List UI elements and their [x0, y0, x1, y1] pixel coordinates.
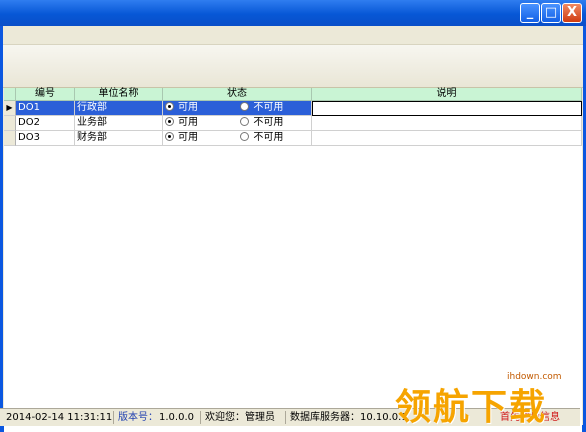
table-row[interactable]: DO2 业务部 可用 不可用	[4, 116, 582, 131]
cell-status[interactable]: 可用 不可用	[163, 131, 312, 146]
row-indicator	[4, 131, 16, 146]
status-available-label: 可用	[178, 102, 198, 113]
cell-note[interactable]	[312, 116, 582, 131]
status-divider	[200, 411, 201, 424]
status-unavailable-label: 不可用	[253, 117, 284, 128]
cell-name[interactable]: 业务部	[75, 116, 163, 131]
status-divider	[285, 411, 286, 424]
radio-available-icon[interactable]	[165, 117, 174, 126]
radio-unavailable-icon[interactable]	[240, 132, 250, 141]
current-row-arrow-icon: ▶	[4, 101, 16, 116]
close-button[interactable]: X	[562, 3, 582, 23]
menu-bar	[3, 26, 583, 45]
status-unavailable-label: 不可用	[253, 102, 284, 113]
cell-status[interactable]: 可用 不可用	[163, 116, 312, 131]
cell-code[interactable]: DO2	[16, 116, 75, 131]
status-unavailable-label: 不可用	[253, 132, 284, 143]
radio-unavailable-icon[interactable]	[240, 102, 250, 111]
cell-name[interactable]: 行政部	[75, 101, 163, 116]
client-area: 编号 单位名称 状态 说明 ▶ DO1 行政部 可用 不可用 DO2 业务部 可…	[3, 26, 583, 432]
radio-unavailable-icon[interactable]	[240, 117, 250, 126]
column-header-status[interactable]: 状态	[163, 88, 312, 101]
site-watermark-logo: ihdown.com 领航下载	[395, 372, 585, 428]
status-available-label: 可用	[178, 132, 198, 143]
table-row[interactable]: ▶ DO1 行政部 可用 不可用	[4, 101, 582, 116]
cell-code[interactable]: DO1	[16, 101, 75, 116]
watermark-text: 领航下载	[395, 387, 548, 428]
status-welcome: 欢迎您：管理员	[205, 412, 275, 423]
radio-available-icon[interactable]	[165, 132, 174, 141]
cell-note[interactable]	[312, 101, 582, 116]
column-header-code[interactable]: 编号	[16, 88, 75, 101]
row-indicator	[4, 116, 16, 131]
status-divider	[113, 411, 114, 424]
table-row[interactable]: DO3 财务部 可用 不可用	[4, 131, 582, 146]
column-header-name[interactable]: 单位名称	[75, 88, 163, 101]
title-bar: _ □ X	[0, 0, 586, 26]
row-indicator-header	[4, 88, 16, 101]
radio-available-icon[interactable]	[165, 102, 174, 111]
toolbar	[3, 45, 583, 88]
cell-note[interactable]	[312, 131, 582, 146]
cell-code[interactable]: DO3	[16, 131, 75, 146]
column-header-note[interactable]: 说明	[312, 88, 582, 101]
cell-status[interactable]: 可用 不可用	[163, 101, 312, 116]
cell-name[interactable]: 财务部	[75, 131, 163, 146]
status-db-server: 数据库服务器：10.10.0.1	[290, 412, 408, 423]
status-available-label: 可用	[178, 117, 198, 128]
status-version-label: 版本号：	[118, 412, 158, 423]
status-version: 1.0.0.0	[159, 412, 194, 423]
status-datetime: 2014-02-14 11:31:11	[6, 412, 113, 423]
minimize-button[interactable]: _	[520, 3, 540, 23]
maximize-button[interactable]: □	[541, 3, 561, 23]
